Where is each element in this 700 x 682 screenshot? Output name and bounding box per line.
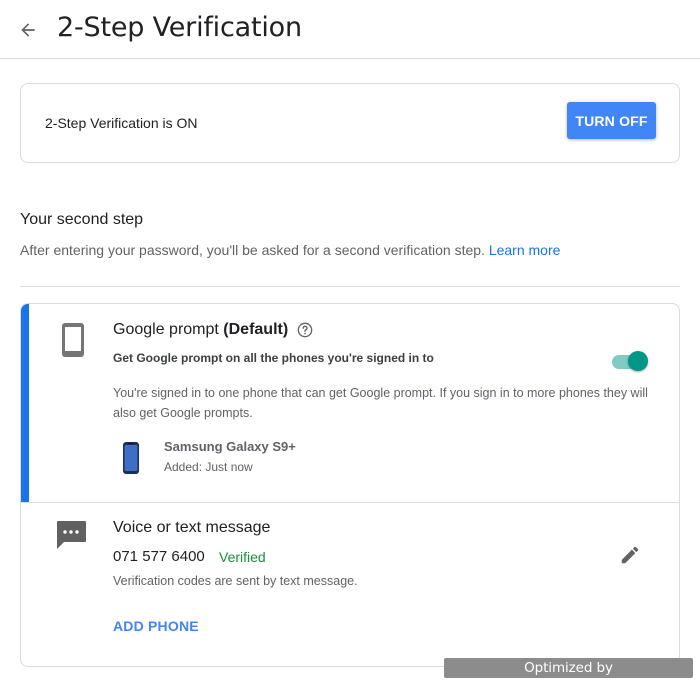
message-icon <box>57 521 86 549</box>
sms-description: Verification codes are sent by text mess… <box>113 574 358 588</box>
sms-title: Voice or text message <box>113 519 271 536</box>
phone-number: 071 577 6400 <box>113 548 205 565</box>
google-prompt-description: You're signed in to one phone that can g… <box>113 386 648 420</box>
edit-pencil-icon[interactable] <box>619 544 641 566</box>
learn-more-link[interactable]: Learn more <box>489 242 561 258</box>
arrow-back-icon <box>21 23 35 37</box>
toggle-thumb <box>628 351 648 371</box>
default-label: (Default) <box>223 321 289 338</box>
row-divider <box>21 502 679 503</box>
google-prompt-title-text: Google prompt <box>113 321 219 338</box>
google-prompt-subtitle: Get Google prompt on all the phones you'… <box>113 351 434 365</box>
galaxy-phone-icon <box>123 442 139 474</box>
section-divider <box>20 286 680 287</box>
turn-off-button[interactable]: TURN OFF <box>567 102 656 139</box>
section-title: Your second step <box>20 211 144 228</box>
add-phone-button[interactable]: ADD PHONE <box>113 618 199 634</box>
device-name: Samsung Galaxy S9+ <box>164 439 296 454</box>
verified-label: Verified <box>219 549 266 565</box>
page-header: 2-Step Verification <box>0 0 700 59</box>
device-added: Added: Just now <box>164 460 253 474</box>
smartphone-icon <box>62 323 84 357</box>
section-description-text: After entering your password, you'll be … <box>20 242 485 258</box>
back-button[interactable] <box>14 16 42 44</box>
help-icon[interactable] <box>297 322 313 338</box>
default-method-accent <box>21 304 29 502</box>
status-text: 2-Step Verification is ON <box>45 115 198 131</box>
google-prompt-title: Google prompt (Default) <box>113 321 288 339</box>
section-description: After entering your password, you'll be … <box>20 242 560 258</box>
methods-card: Google prompt (Default) Get Google promp… <box>20 303 680 667</box>
google-prompt-toggle[interactable] <box>610 349 650 371</box>
status-card: 2-Step Verification is ON TURN OFF <box>20 83 680 163</box>
watermark: Optimized by www.ImageOptimizer.net <box>444 658 693 682</box>
page-title: 2-Step Verification <box>57 12 302 43</box>
